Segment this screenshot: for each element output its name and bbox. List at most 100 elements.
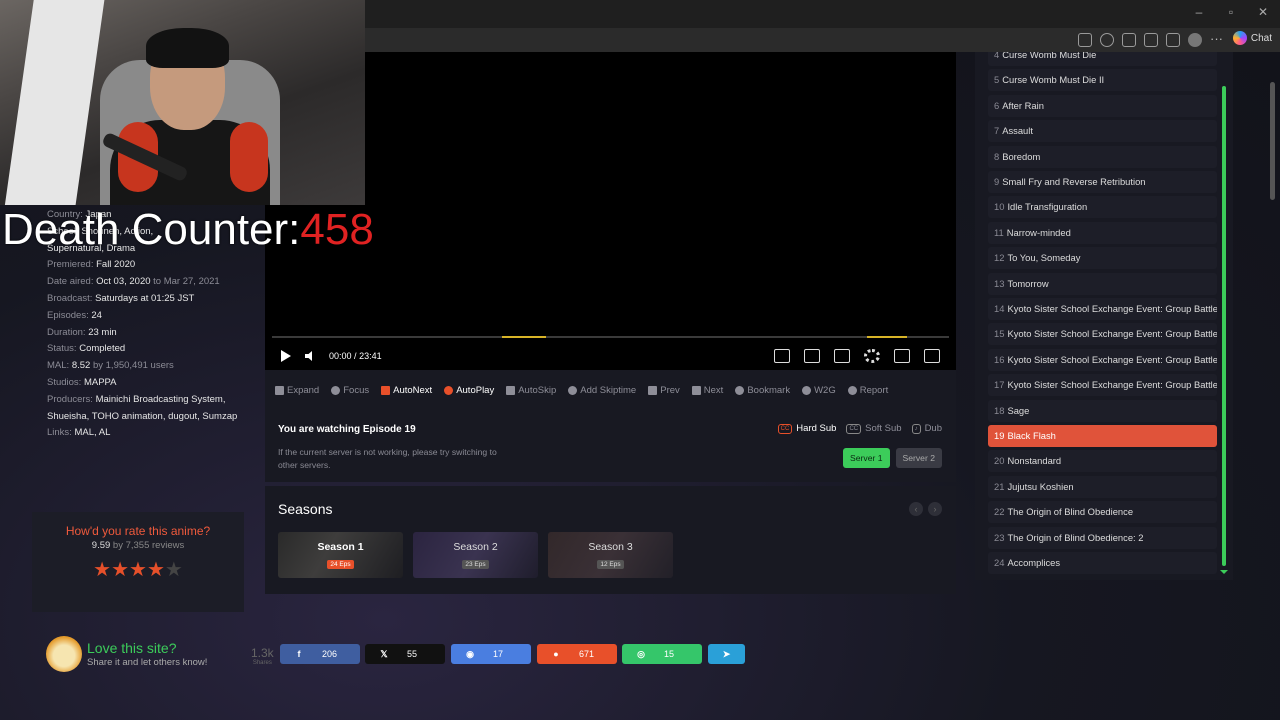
star-icon[interactable]: ★ bbox=[111, 559, 129, 581]
reddit-share-button[interactable]: ● 671 bbox=[537, 644, 617, 664]
episode-number: 18 bbox=[994, 404, 1005, 416]
cc-icon: CC bbox=[777, 423, 793, 434]
next-button[interactable]: Next bbox=[691, 385, 723, 396]
season-card[interactable]: Season 2 23 Eps bbox=[413, 532, 538, 578]
volume-icon[interactable] bbox=[305, 351, 312, 361]
add-skiptime-button[interactable]: Add Skiptime bbox=[568, 385, 636, 396]
split-screen-icon[interactable] bbox=[1078, 33, 1092, 47]
time-current: 00:00 bbox=[329, 351, 352, 361]
episode-number: 15 bbox=[994, 328, 1005, 340]
copilot-chat-button[interactable]: Chat bbox=[1232, 31, 1272, 45]
episode-item[interactable]: 20 Nonstandard bbox=[988, 450, 1217, 473]
favorite-star-icon[interactable] bbox=[1122, 33, 1136, 47]
star-rating[interactable]: ★★★★★ bbox=[32, 557, 244, 582]
close-button[interactable]: ✕ bbox=[1256, 5, 1270, 19]
heart-icon bbox=[735, 385, 745, 395]
season-eps-badge: 12 Eps bbox=[597, 560, 624, 569]
report-button[interactable]: Report bbox=[847, 385, 888, 396]
episode-item[interactable]: 11 Narrow-minded bbox=[988, 221, 1217, 244]
bookmark-button[interactable]: Bookmark bbox=[735, 385, 790, 396]
season-card[interactable]: Season 1 24 Eps bbox=[278, 532, 403, 578]
episode-item[interactable]: 8 Boredom bbox=[988, 145, 1217, 168]
death-counter: Death Counter:458 bbox=[2, 205, 374, 255]
prev-icon bbox=[648, 385, 658, 395]
links-value[interactable]: MAL, AL bbox=[74, 427, 110, 438]
premiered-value[interactable]: Fall 2020 bbox=[96, 259, 135, 270]
whatsapp-icon: ◎ bbox=[637, 648, 645, 659]
telegram-share-button[interactable]: ➤ bbox=[708, 644, 745, 664]
w2g-button[interactable]: W2G bbox=[802, 385, 836, 396]
play-icon[interactable] bbox=[281, 350, 291, 362]
episode-list-scrollbar[interactable] bbox=[1222, 86, 1226, 566]
facebook-share-button[interactable]: f 206 bbox=[280, 644, 360, 664]
settings-gear-icon[interactable] bbox=[864, 349, 880, 363]
server-1-button[interactable]: Server 1 bbox=[843, 448, 890, 468]
star-icon[interactable]: ★ bbox=[147, 559, 165, 581]
seasons-next-icon[interactable]: › bbox=[928, 502, 942, 516]
maximize-button[interactable]: ▫ bbox=[1224, 5, 1238, 19]
autonext-button[interactable]: AutoNext bbox=[381, 385, 432, 396]
progress-bar[interactable] bbox=[272, 336, 949, 338]
episode-title: Boredom bbox=[1002, 150, 1041, 162]
prev-button[interactable]: Prev bbox=[648, 385, 680, 396]
episode-item[interactable]: 15 Kyoto Sister School Exchange Event: Gr… bbox=[988, 323, 1217, 346]
fullscreen-icon[interactable] bbox=[924, 349, 940, 363]
share-bar: Love this site? Share it and let others … bbox=[0, 618, 1280, 690]
episode-item[interactable]: 6 After Rain bbox=[988, 94, 1217, 117]
rewind-10-icon[interactable] bbox=[774, 349, 790, 363]
profile-avatar-icon[interactable] bbox=[1188, 33, 1202, 47]
episode-item[interactable]: 18 Sage bbox=[988, 399, 1217, 422]
episode-item[interactable]: 13 Tomorrow bbox=[988, 272, 1217, 295]
reader-icon[interactable] bbox=[1100, 33, 1114, 47]
favorites-icon[interactable] bbox=[1166, 33, 1180, 47]
x-count: 55 bbox=[407, 649, 418, 659]
dub-option[interactable]: ♪ Dub bbox=[911, 423, 942, 434]
play-circle-icon bbox=[444, 385, 454, 395]
minimize-button[interactable]: – bbox=[1192, 5, 1206, 19]
studios-value[interactable]: MAPPA bbox=[84, 377, 117, 388]
whatsapp-share-button[interactable]: ◎ 15 bbox=[622, 644, 702, 664]
hard-sub-option[interactable]: CC Hard Sub bbox=[777, 423, 836, 434]
episode-item[interactable]: 21 Jujutsu Koshien bbox=[988, 475, 1217, 498]
episode-item[interactable]: 9 Small Fry and Reverse Retribution bbox=[988, 171, 1217, 193]
server-2-button[interactable]: Server 2 bbox=[895, 448, 942, 468]
episode-item[interactable]: 17 Kyoto Sister School Exchange Event: Gr… bbox=[988, 374, 1217, 397]
download-icon[interactable] bbox=[834, 349, 850, 363]
episode-title: Accomplices bbox=[1007, 557, 1061, 568]
server-note: If the current server is not working, pl… bbox=[278, 447, 497, 470]
episode-item[interactable]: 10 Idle Transfiguration bbox=[988, 196, 1217, 219]
season-card[interactable]: Season 3 12 Eps bbox=[548, 532, 673, 578]
player-toolbar: Expand Focus AutoNext AutoPlay AutoSkip … bbox=[265, 370, 956, 410]
star-icon[interactable]: ★ bbox=[129, 559, 147, 581]
picture-in-picture-icon[interactable] bbox=[894, 349, 910, 363]
episode-item[interactable]: 24 Accomplices bbox=[988, 552, 1217, 574]
episode-number: 12 bbox=[994, 252, 1005, 264]
expand-button[interactable]: Expand bbox=[275, 385, 319, 396]
messenger-share-button[interactable]: ◉ 17 bbox=[451, 644, 531, 664]
star-icon[interactable]: ★ bbox=[93, 559, 111, 581]
episode-item[interactable]: 5 Curse Womb Must Die II bbox=[988, 69, 1217, 92]
episode-item[interactable]: 7 Assault bbox=[988, 120, 1217, 143]
episode-number: 11 bbox=[994, 226, 1004, 238]
episode-item[interactable]: 12 To You, Someday bbox=[988, 247, 1217, 270]
soft-sub-option[interactable]: CC Soft Sub bbox=[846, 423, 902, 434]
episode-item[interactable]: 23 The Origin of Blind Obedience: 2 bbox=[988, 526, 1217, 549]
autoplay-button[interactable]: AutoPlay bbox=[444, 385, 494, 396]
more-menu-icon[interactable]: ··· bbox=[1210, 32, 1224, 47]
chat-label: Chat bbox=[1250, 32, 1272, 44]
page-scrollbar[interactable] bbox=[1270, 82, 1275, 200]
episode-item[interactable]: 16 Kyoto Sister School Exchange Event: Gr… bbox=[988, 348, 1217, 371]
star-icon[interactable]: ★ bbox=[165, 559, 183, 581]
extensions-icon[interactable] bbox=[1144, 33, 1158, 47]
autoskip-button[interactable]: AutoSkip bbox=[506, 385, 556, 396]
x-share-button[interactable]: 𝕏 55 bbox=[365, 644, 445, 664]
seasons-prev-icon[interactable]: ‹ bbox=[909, 502, 923, 516]
focus-button[interactable]: Focus bbox=[331, 385, 369, 396]
forward-10-icon[interactable] bbox=[804, 349, 820, 363]
episode-item[interactable]: 22 The Origin of Blind Obedience bbox=[988, 501, 1217, 524]
scroll-down-icon[interactable] bbox=[1220, 570, 1228, 574]
episode-item[interactable]: 19 Black Flash bbox=[988, 425, 1217, 447]
episode-item[interactable]: 4 Curse Womb Must Die bbox=[988, 52, 1217, 66]
episode-number: 9 bbox=[994, 176, 1000, 187]
episode-item[interactable]: 14 Kyoto Sister School Exchange Event: Gr… bbox=[988, 298, 1217, 320]
